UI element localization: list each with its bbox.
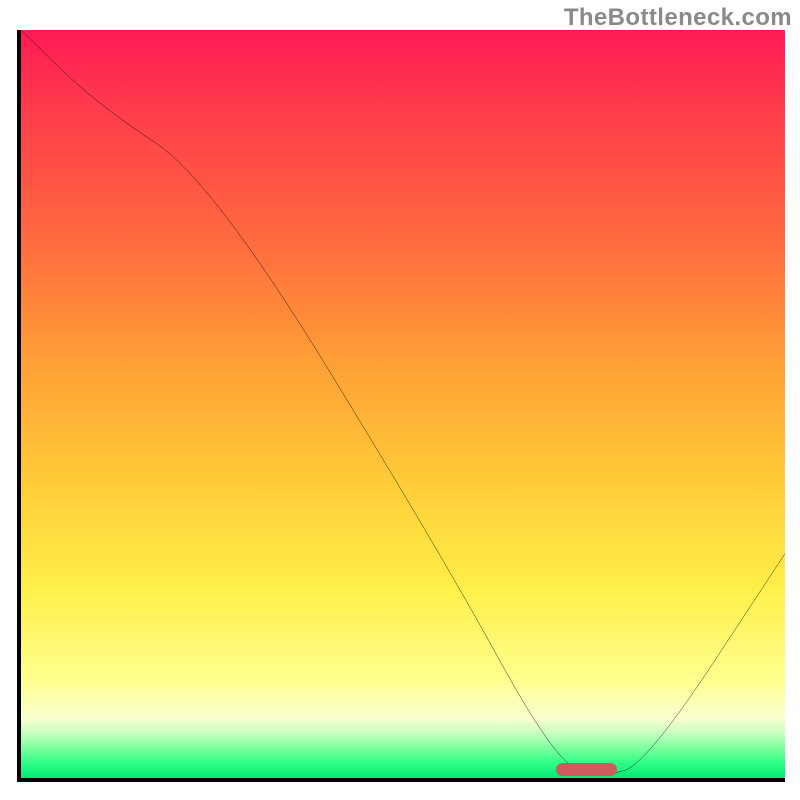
chart-frame: TheBottleneck.com [0,0,800,800]
optimal-range-marker [556,763,617,776]
bottleneck-curve [21,30,785,778]
curve-path [21,30,785,774]
watermark-text: TheBottleneck.com [564,4,792,32]
plot-area [17,30,785,782]
